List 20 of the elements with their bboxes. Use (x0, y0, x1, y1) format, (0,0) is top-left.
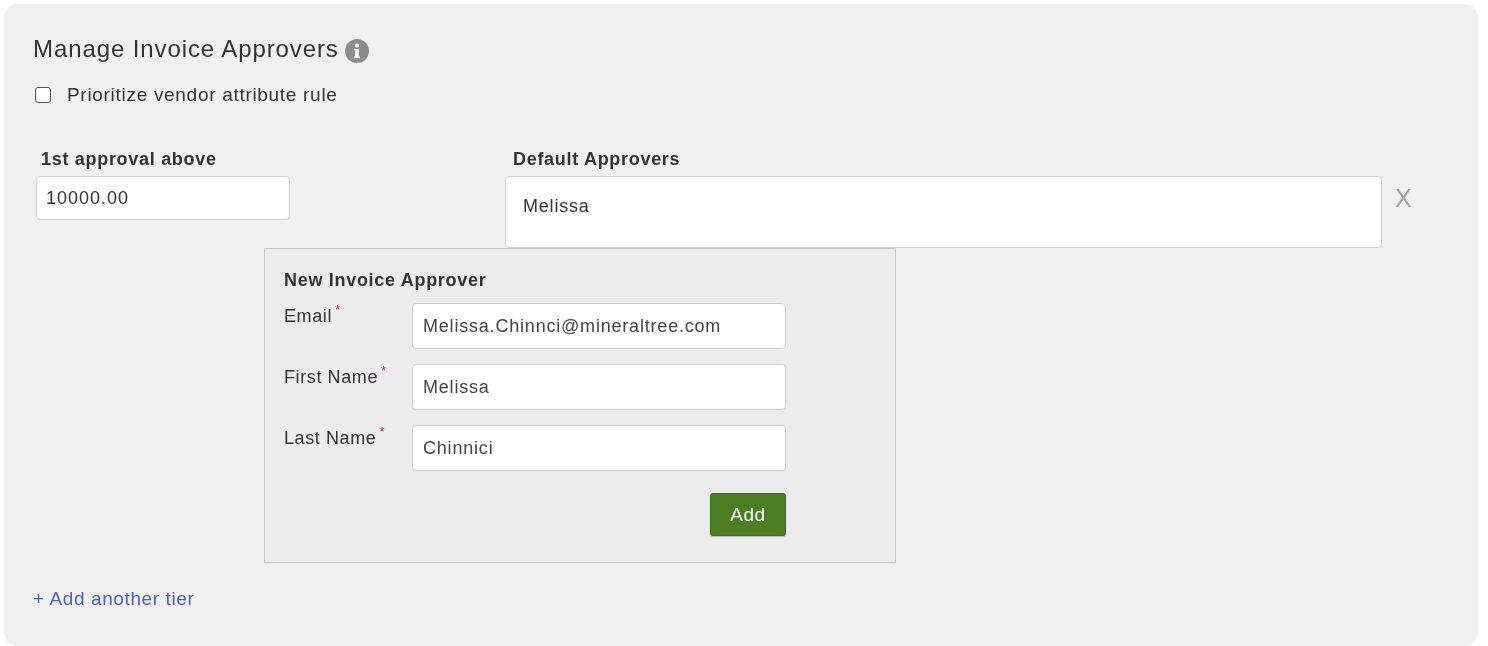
required-mark: * (335, 303, 341, 316)
field-label: Last Name (284, 428, 377, 448)
field-label: Email (284, 306, 332, 326)
approvers-field[interactable]: Melissa (505, 176, 1382, 248)
info-icon[interactable] (344, 38, 369, 63)
add-tier-link[interactable]: + Add another tier (33, 589, 195, 609)
last-name-field[interactable]: Chinnici (412, 425, 786, 471)
amount-field[interactable]: 10000.00 (36, 176, 290, 220)
email-field[interactable]: Melissa.Chinnci@mineraltree.com (412, 303, 786, 349)
required-mark: * (379, 425, 385, 438)
field-label: Default Approvers (512, 149, 681, 169)
required-mark: * (381, 364, 387, 377)
panel-title: New Invoice Approver (284, 270, 488, 290)
field-label: 1st approval above (40, 149, 217, 169)
add-button[interactable]: Add (710, 493, 786, 536)
checkbox[interactable] (35, 87, 51, 103)
first-name-field[interactable]: Melissa (412, 364, 786, 410)
section-title: Manage Invoice Approvers (33, 34, 339, 64)
checkbox-label: Prioritize vendor attribute rule (67, 83, 338, 107)
field-label: First Name (284, 367, 378, 387)
